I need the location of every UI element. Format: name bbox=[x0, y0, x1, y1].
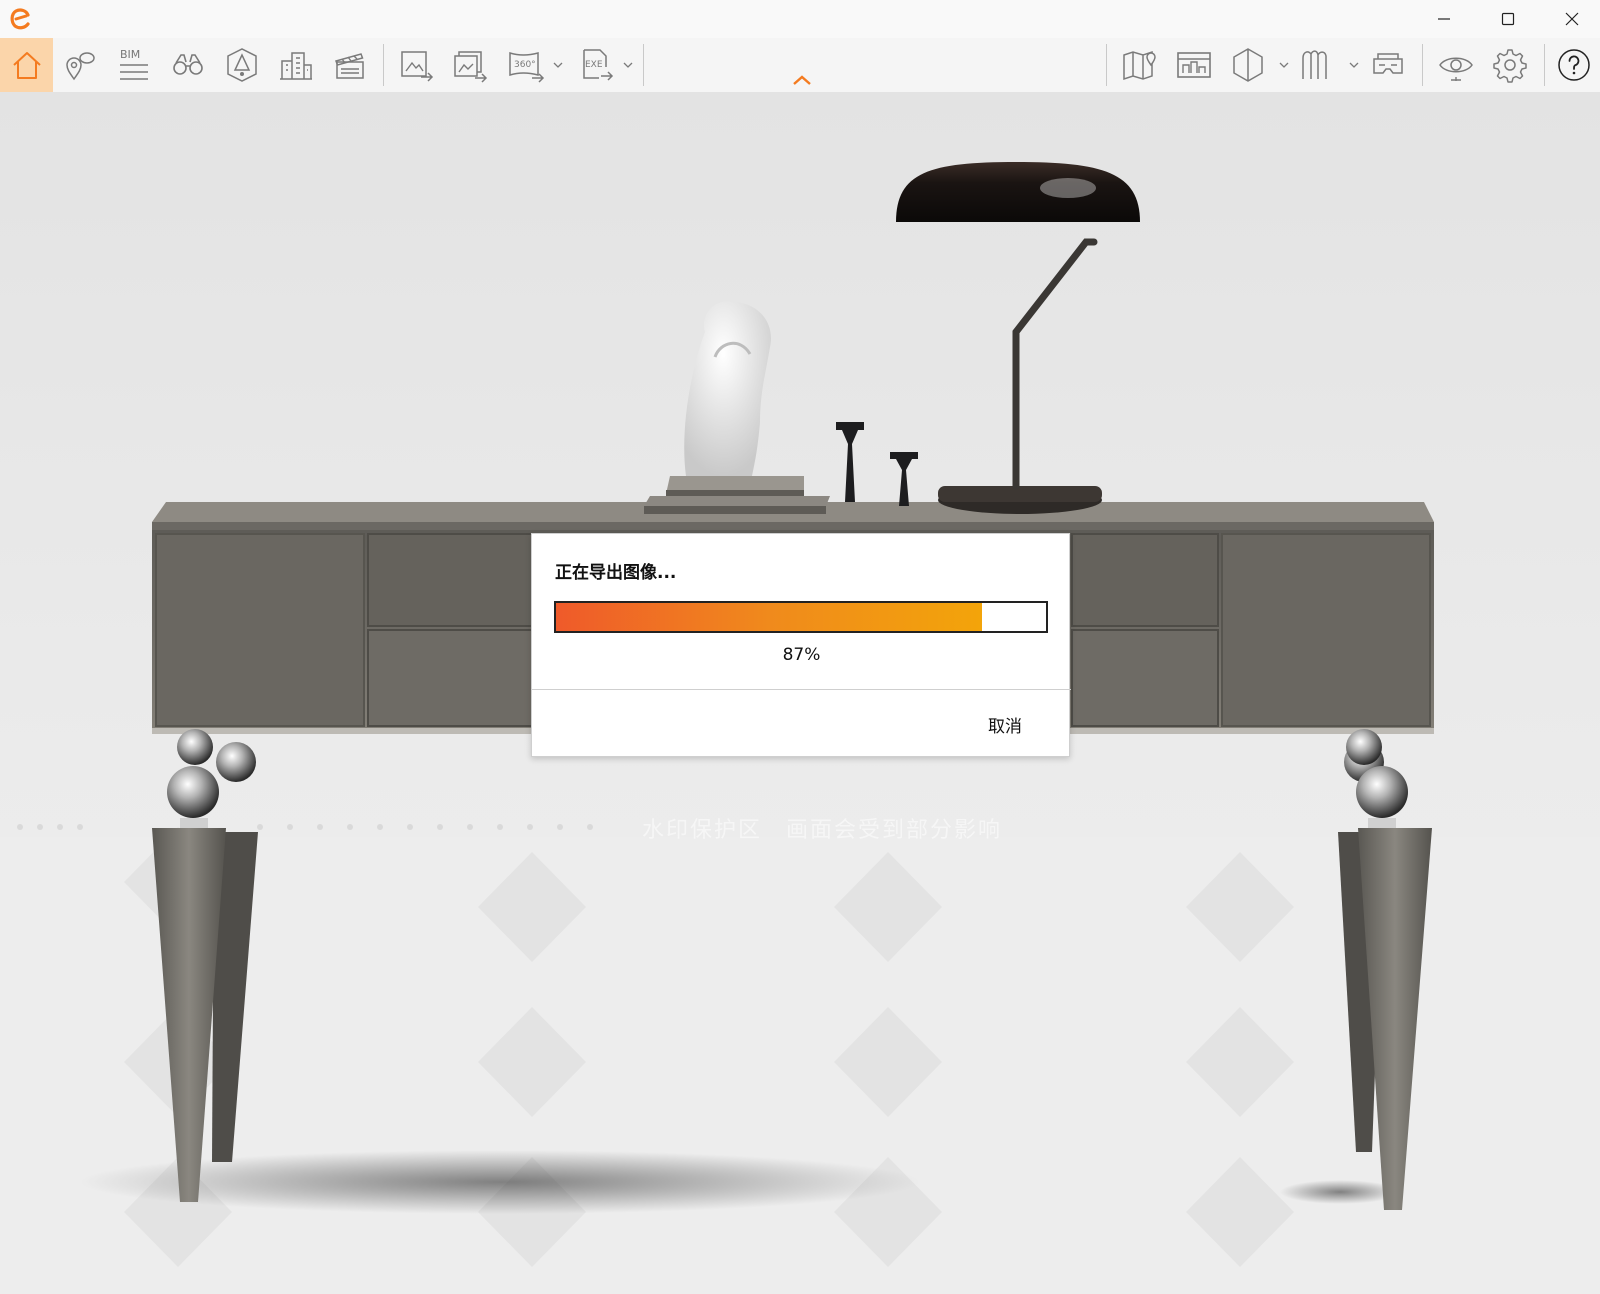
export-exe-button[interactable]: EXE bbox=[574, 38, 620, 92]
walkthrough-dropdown[interactable] bbox=[1348, 38, 1360, 92]
vr-headset-icon bbox=[1373, 53, 1403, 74]
buildings-icon bbox=[280, 52, 312, 80]
minimize-button[interactable] bbox=[1412, 0, 1476, 38]
visibility-icon bbox=[1439, 57, 1473, 81]
bim-button[interactable]: BIM bbox=[110, 38, 158, 92]
home-icon bbox=[12, 52, 41, 79]
toolbar-separator bbox=[643, 44, 644, 86]
perspective-button[interactable] bbox=[218, 38, 266, 92]
export-image-icon bbox=[401, 51, 434, 82]
chevron-up-icon bbox=[793, 75, 811, 85]
settings-icon bbox=[1493, 49, 1527, 83]
maximize-icon bbox=[1501, 12, 1515, 26]
chevron-down-icon bbox=[1279, 62, 1289, 68]
exe-dropdown[interactable] bbox=[622, 38, 634, 92]
settings-button[interactable] bbox=[1486, 38, 1534, 92]
animation-button[interactable] bbox=[326, 38, 374, 92]
walkthrough-button[interactable] bbox=[1294, 38, 1340, 92]
exe-label: EXE bbox=[585, 60, 603, 70]
app-logo-icon bbox=[8, 7, 32, 31]
toolbar-separator bbox=[1544, 44, 1545, 86]
minimize-icon bbox=[1438, 18, 1450, 20]
collapse-toolbar-button[interactable] bbox=[790, 72, 814, 88]
cancel-button[interactable]: 取消 bbox=[988, 712, 1022, 737]
bim-view-icon bbox=[1177, 52, 1211, 78]
export-batch-images-icon bbox=[454, 51, 488, 83]
binoculars-icon bbox=[173, 54, 203, 75]
section-box-button[interactable] bbox=[1226, 38, 1270, 92]
walkthrough-icon bbox=[1302, 50, 1327, 79]
close-button[interactable] bbox=[1540, 0, 1600, 38]
export-progress-bar bbox=[554, 601, 1048, 633]
panorama-label: 360° bbox=[514, 60, 536, 70]
location-pin-icon bbox=[66, 52, 95, 81]
map-button[interactable] bbox=[1116, 38, 1164, 92]
buildings-button[interactable] bbox=[272, 38, 320, 92]
toolbar-separator bbox=[1422, 44, 1423, 86]
vr-button[interactable] bbox=[1364, 38, 1412, 92]
export-image-button[interactable] bbox=[392, 38, 440, 92]
bim-label: BIM bbox=[120, 48, 140, 61]
clapperboard-icon bbox=[335, 53, 364, 79]
section-box-icon bbox=[1233, 48, 1263, 82]
location-button[interactable] bbox=[56, 38, 104, 92]
progress-fill bbox=[556, 603, 983, 631]
main-toolbar: BIM 360° EXE bbox=[0, 38, 1600, 92]
close-icon bbox=[1565, 12, 1579, 26]
visibility-button[interactable] bbox=[1432, 38, 1480, 92]
dialog-title: 正在导出图像... bbox=[555, 563, 677, 583]
help-icon bbox=[1558, 49, 1590, 81]
perspective-view-icon bbox=[227, 48, 257, 82]
chevron-down-icon bbox=[623, 62, 633, 68]
export-progress-dialog: 正在导出图像... 87% 取消 bbox=[531, 533, 1071, 757]
chevron-down-icon bbox=[553, 62, 563, 68]
chevron-down-icon bbox=[1349, 62, 1359, 68]
export-batch-images-button[interactable] bbox=[446, 38, 494, 92]
toolbar-separator bbox=[383, 44, 384, 86]
maximize-button[interactable] bbox=[1476, 0, 1540, 38]
watermark-label: 水印保护区 画面会受到部分影响 bbox=[641, 818, 1002, 843]
panorama-dropdown[interactable] bbox=[552, 38, 564, 92]
home-button[interactable] bbox=[0, 38, 53, 92]
export-panorama-icon: 360° bbox=[509, 51, 545, 83]
help-button[interactable] bbox=[1552, 38, 1596, 92]
title-bar bbox=[0, 0, 1600, 38]
progress-percent: 87% bbox=[782, 645, 821, 665]
bim-icon: BIM bbox=[120, 48, 148, 80]
section-box-dropdown[interactable] bbox=[1278, 38, 1290, 92]
binoculars-button[interactable] bbox=[164, 38, 212, 92]
map-icon bbox=[1123, 50, 1156, 81]
dialog-divider bbox=[532, 689, 1071, 690]
toolbar-separator bbox=[1106, 44, 1107, 86]
export-exe-icon: EXE bbox=[583, 49, 614, 81]
export-panorama-button[interactable]: 360° bbox=[502, 38, 550, 92]
bim-view-button[interactable] bbox=[1170, 38, 1218, 92]
